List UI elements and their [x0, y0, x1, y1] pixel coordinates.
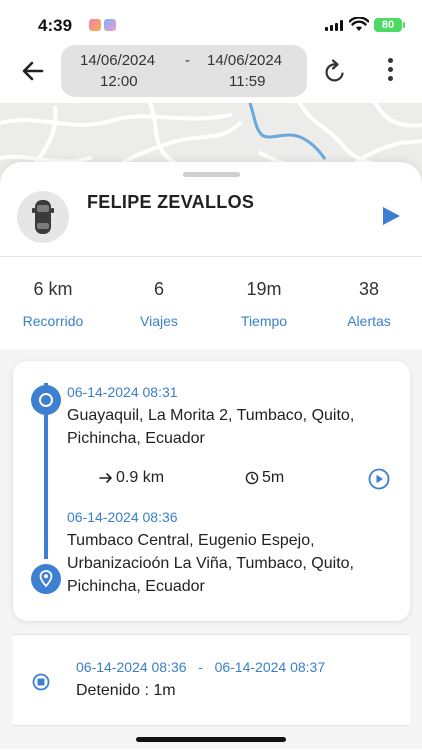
app-icon	[104, 19, 116, 31]
signal-icon	[325, 20, 343, 31]
duration-value: 5m	[262, 469, 285, 486]
more-options-icon[interactable]	[384, 58, 396, 86]
stat-value: 19m	[246, 279, 282, 299]
stat-label: Recorrido	[22, 313, 84, 329]
stat-value: 38	[358, 279, 380, 299]
start-timestamp: 06-14-2024 08:31	[67, 384, 178, 400]
stop-end: 06-14-2024 08:37	[214, 659, 326, 675]
stop-start: 06-14-2024 08:36	[76, 659, 187, 675]
stop-icon	[32, 673, 50, 691]
end-timestamp: 06-14-2024 08:36	[67, 509, 178, 525]
trip-card[interactable]: 06-14-2024 08:31 Guayaquil, La Morita 2,…	[13, 361, 410, 621]
back-arrow-icon[interactable]	[20, 58, 46, 84]
trip-duration: 5m	[245, 469, 284, 487]
battery-level: 80	[381, 19, 395, 31]
play-icon[interactable]	[380, 205, 402, 227]
app-icon	[89, 19, 101, 31]
start-point-icon	[31, 385, 61, 415]
start-date: 14/06/2024	[80, 52, 156, 69]
stat-value: 6 km	[33, 279, 73, 299]
date-range-picker[interactable]: 14/06/2024 12:00 - 14/06/2024 11:59	[61, 45, 307, 97]
start-address: Guayaquil, La Morita 2, Tumbaco, Quito, …	[67, 407, 355, 447]
car-icon	[32, 200, 54, 234]
avatar	[17, 191, 69, 243]
stat-time: 19m Tiempo	[229, 279, 299, 329]
stop-separator: -	[198, 659, 203, 675]
stop-time-range: 06-14-2024 08:36 - 06-14-2024 08:37	[76, 659, 325, 675]
top-bar: 14/06/2024 12:00 - 14/06/2024 11:59	[0, 44, 422, 100]
location-pin-icon	[31, 564, 61, 594]
start-time: 12:00	[100, 73, 138, 90]
arrow-right-icon	[99, 473, 112, 483]
status-time: 4:39	[38, 16, 73, 35]
stop-item[interactable]: 06-14-2024 08:36 - 06-14-2024 08:37 Dete…	[13, 634, 410, 726]
battery-icon: 80	[374, 18, 405, 32]
stat-label: Tiempo	[240, 313, 288, 329]
stat-alerts: 38 Alertas	[334, 279, 404, 329]
stat-label: Alertas	[347, 313, 391, 329]
end-address: Tumbaco Central, Eugenio Espejo, Urbaniz…	[67, 532, 354, 595]
end-time: 11:59	[229, 73, 266, 90]
status-bar: 4:39 80	[0, 0, 422, 44]
stat-value: 6	[153, 279, 164, 299]
stat-trips: 6 Viajes	[129, 279, 189, 329]
divider	[0, 256, 422, 257]
wifi-icon	[349, 17, 369, 31]
range-separator: -	[185, 52, 190, 69]
notification-icons	[89, 19, 116, 31]
clock-icon	[245, 471, 259, 485]
home-indicator[interactable]	[136, 737, 286, 742]
trip-distance: 0.9 km	[99, 469, 164, 487]
play-trip-icon[interactable]	[368, 468, 390, 490]
end-date: 14/06/2024	[207, 52, 283, 69]
drag-handle[interactable]	[183, 172, 240, 177]
stat-distance: 6 km Recorrido	[18, 279, 88, 329]
refresh-icon[interactable]	[322, 58, 348, 86]
driver-name: FELIPE ZEVALLOS	[87, 192, 255, 212]
stop-duration: Detenido : 1m	[76, 682, 176, 699]
stat-label: Viajes	[140, 313, 178, 329]
distance-value: 0.9 km	[116, 469, 165, 486]
